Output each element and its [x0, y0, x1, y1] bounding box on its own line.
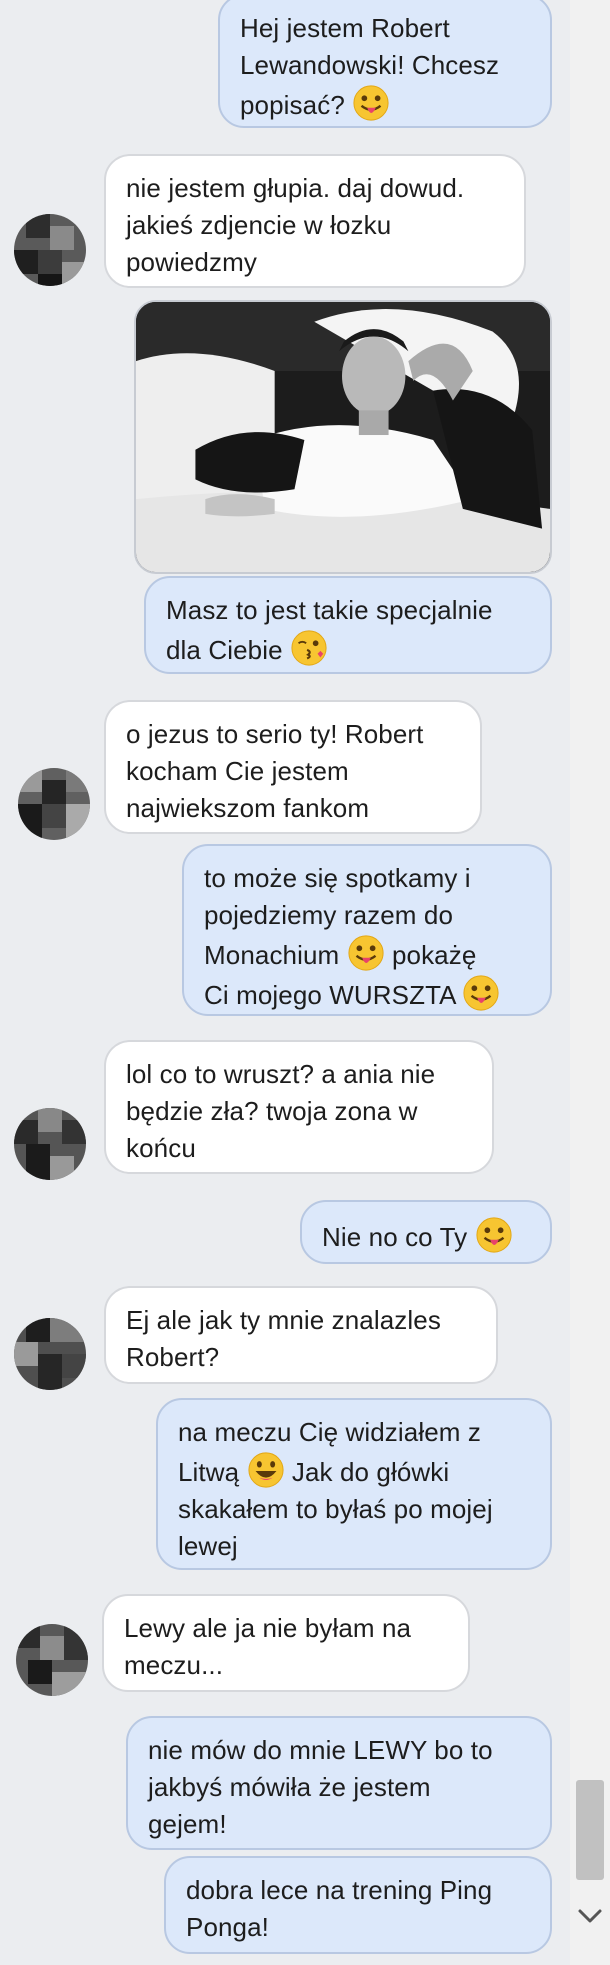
message-text: najwiekszom fankom	[126, 793, 370, 823]
message-text: to może się spotkamy i	[204, 863, 471, 893]
message-text: jakbyś mówiła że jestem	[148, 1772, 431, 1802]
message-text: gejem!	[148, 1809, 227, 1839]
message-text: kocham Cie jestem	[126, 756, 349, 786]
scrollbar-thumb[interactable]	[576, 1780, 604, 1880]
avatar[interactable]	[14, 214, 86, 286]
message-text: lewej	[178, 1531, 238, 1561]
message-text: Lewandowski! Chcesz	[240, 50, 500, 80]
message-text: nie mów do mnie LEWY bo to	[148, 1735, 493, 1765]
message-outgoing[interactable]: dobra lece na trening Ping Ponga!	[164, 1856, 552, 1954]
message-incoming[interactable]: nie jestem głupia. daj dowud. jakieś zdj…	[104, 154, 526, 288]
avatar[interactable]	[18, 768, 90, 840]
message-outgoing[interactable]: nie mów do mnie LEWY bo to jakbyś mówiła…	[126, 1716, 552, 1850]
message-text: Ci mojego WURSZTA	[204, 980, 456, 1010]
avatar[interactable]	[14, 1108, 86, 1180]
message-text: Nie no co Ty	[322, 1222, 468, 1252]
scrollbar[interactable]	[570, 0, 610, 1965]
message-text: dobra lece na trening Ping	[186, 1875, 493, 1905]
message-text: na meczu Cię widziałem z	[178, 1417, 481, 1447]
message-outgoing[interactable]: na meczu Cię widziałem z Litwą Jak do gł…	[156, 1398, 552, 1570]
message-text: lol co to wruszt? a ania nie	[126, 1059, 436, 1089]
message-incoming[interactable]: o jezus to serio ty! Robert kocham Cie j…	[104, 700, 482, 834]
tongue-emoji-icon	[353, 85, 389, 121]
message-text: będzie zła? twoja zona w	[126, 1096, 418, 1126]
message-text: Robert?	[126, 1342, 220, 1372]
kiss-emoji-icon	[291, 630, 327, 666]
message-text: dla Ciebie	[166, 635, 283, 665]
message-incoming[interactable]: Lewy ale ja nie byłam na meczu...	[102, 1594, 470, 1692]
message-outgoing[interactable]: Hej jestem Robert Lewandowski! Chcesz po…	[218, 0, 552, 128]
message-text: Monachium	[204, 940, 340, 970]
chevron-down-icon[interactable]	[574, 1900, 606, 1932]
message-text: Hej jestem Robert	[240, 13, 450, 43]
message-text: skakałem to byłaś po mojej	[178, 1494, 493, 1524]
grin-emoji-icon	[247, 1452, 284, 1488]
message-text: pokażę	[391, 940, 477, 970]
message-text: popisać?	[240, 90, 345, 120]
message-incoming[interactable]: Ej ale jak ty mnie znalazles Robert?	[104, 1286, 498, 1384]
tongue-emoji-icon	[348, 935, 384, 971]
avatar[interactable]	[14, 1318, 86, 1390]
message-text: pojedziemy razem do	[204, 900, 454, 930]
message-outgoing[interactable]: to może się spotkamy i pojedziemy razem …	[182, 844, 552, 1016]
message-text: Jak do główki	[291, 1457, 450, 1487]
message-text: Litwą	[178, 1457, 240, 1487]
avatar[interactable]	[16, 1624, 88, 1696]
message-text: meczu...	[124, 1650, 224, 1680]
tongue-emoji-icon	[476, 1217, 512, 1253]
message-text: o jezus to serio ty! Robert	[126, 719, 424, 749]
message-text: nie jestem głupia. daj dowud.	[126, 173, 465, 203]
message-outgoing[interactable]: Nie no co Ty	[300, 1200, 552, 1264]
photo-attachment[interactable]	[134, 300, 552, 574]
message-text: jakieś zdjencie w łozku	[126, 210, 392, 240]
message-text: powiedzmy	[126, 247, 257, 277]
message-text: Masz to jest takie specjalnie	[166, 595, 493, 625]
chat-thread: Hej jestem Robert Lewandowski! Chcesz po…	[0, 0, 570, 1965]
message-text: Ej ale jak ty mnie znalazles	[126, 1305, 441, 1335]
tongue-emoji-icon	[463, 975, 500, 1011]
message-text: końcu	[126, 1133, 196, 1163]
message-outgoing[interactable]: Masz to jest takie specjalnie dla Ciebie	[144, 576, 552, 674]
message-text: Lewy ale ja nie byłam na	[124, 1613, 412, 1643]
message-text: Ponga!	[186, 1912, 270, 1942]
message-incoming[interactable]: lol co to wruszt? a ania nie będzie zła?…	[104, 1040, 494, 1174]
